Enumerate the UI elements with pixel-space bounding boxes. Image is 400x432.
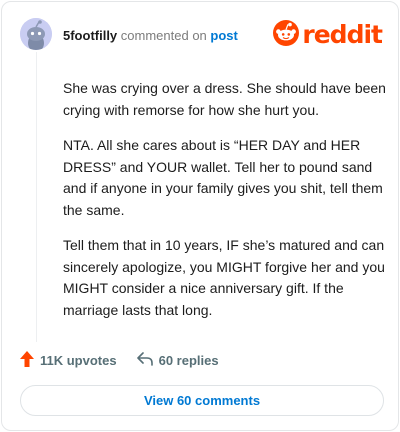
reddit-wordmark: reddit <box>302 20 383 49</box>
comment-paragraph: NTA. All she cares about is “HER DAY and… <box>63 137 383 218</box>
comment-paragraph: Tell them that in 10 years, IF she’s mat… <box>63 237 385 318</box>
action-text: commented on <box>120 28 207 43</box>
reddit-logo-icon <box>273 19 300 51</box>
snoo-avatar-icon[interactable] <box>20 18 52 50</box>
post-link[interactable]: post <box>210 28 237 43</box>
replies-button[interactable]: 60 replies <box>136 351 219 369</box>
upvote-button[interactable]: 11K upvotes <box>20 350 117 370</box>
reddit-brand[interactable]: reddit <box>273 19 383 51</box>
comment-card: 5footfilly commented on post reddit She … <box>1 1 399 431</box>
reply-count: 60 replies <box>158 352 219 368</box>
thread-line <box>36 52 37 342</box>
comment-actions: 11K upvotes 60 replies <box>20 350 219 370</box>
upvote-count: 11K upvotes <box>40 352 117 368</box>
view-comments-button[interactable]: View 60 comments <box>20 385 384 416</box>
comment-meta: 5footfilly commented on post <box>63 28 238 43</box>
comment-body: She was crying over a dress. She should … <box>63 78 388 335</box>
upvote-arrow-icon <box>20 350 40 370</box>
comment-paragraph: She was crying over a dress. She should … <box>63 80 386 118</box>
reply-arrow-icon <box>136 351 159 369</box>
comment-header: 5footfilly commented on post reddit <box>20 18 383 52</box>
username[interactable]: 5footfilly <box>63 28 117 43</box>
